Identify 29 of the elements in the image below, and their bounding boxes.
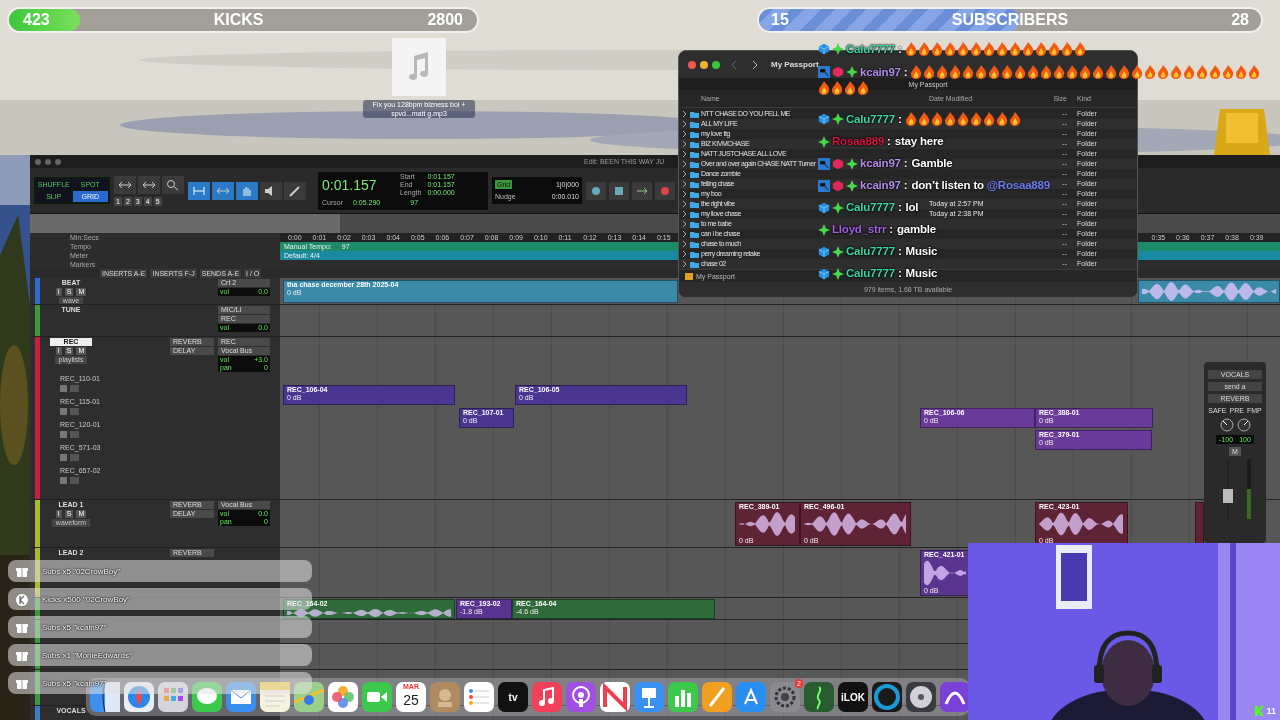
chat-message: lol <box>905 201 919 214</box>
viewer-count: 11 <box>1266 706 1276 716</box>
chat-message: Music <box>905 267 938 280</box>
alert-text: Subs x5 "kcain97" <box>42 678 107 688</box>
chat-separator: : <box>903 179 908 192</box>
chat-username[interactable]: kcain97 <box>860 179 901 192</box>
main-counter: 0:01.157 <box>322 176 378 193</box>
chat-separator: : <box>889 223 893 236</box>
calendar-day: 25 <box>403 691 419 709</box>
mention-link[interactable]: @Rosaa889 <box>986 179 1050 192</box>
app-icon[interactable]: tv <box>498 682 528 712</box>
alert-text: Subs x5 "kcain97" <box>42 622 107 632</box>
app-icon[interactable]: iLOK <box>838 682 868 712</box>
alert-text: Subs x1 "MonieEdwards" <box>42 650 132 660</box>
alert-text: Subs x5 "02CrowBoy" <box>42 566 121 576</box>
chat-separator: : <box>903 157 908 170</box>
chat-username[interactable]: Calu7777 <box>846 245 895 258</box>
chat-message: don’t listen to <box>911 179 984 192</box>
chat-username[interactable]: Calu7777 <box>846 201 895 214</box>
alert-text: Kicks x500 "02CrowBoy" <box>42 594 130 604</box>
chat-message: Gamble <box>911 157 953 170</box>
chat-separator: : <box>897 201 902 214</box>
chat-username[interactable]: Lloyd_strr <box>832 223 887 236</box>
chat-separator: : <box>897 245 902 258</box>
chat-separator: : <box>897 267 902 280</box>
chat-message: gamble <box>896 223 936 236</box>
chat-message: Music <box>905 245 938 258</box>
chat-username[interactable]: Calu7777 <box>846 267 895 280</box>
chat-username[interactable]: kcain97 <box>860 157 901 170</box>
